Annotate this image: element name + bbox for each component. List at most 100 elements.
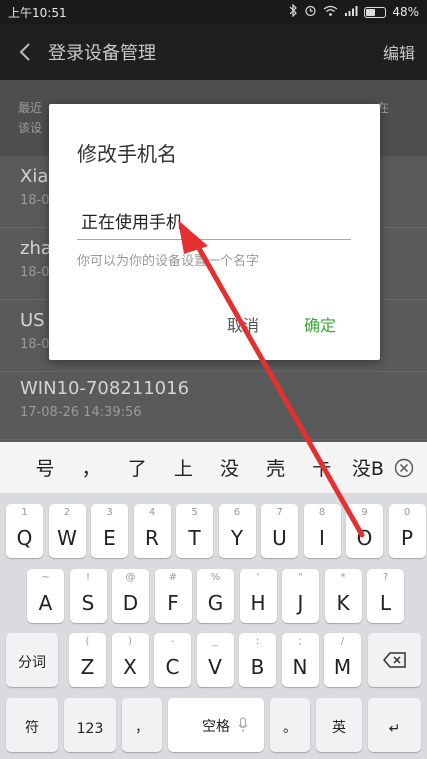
symbol-key[interactable]: 符 — [6, 698, 58, 752]
key-label: Z — [80, 655, 95, 679]
key-label: V — [208, 655, 222, 679]
key-secondary-label: @ — [125, 572, 136, 583]
key-label: H — [250, 591, 266, 615]
cancel-button[interactable]: 取消 — [227, 312, 259, 336]
key-label: G — [207, 591, 224, 615]
key-r[interactable]: 4R — [133, 504, 171, 558]
candidate-word[interactable]: 没B — [345, 454, 391, 481]
key-u[interactable]: 7U — [261, 504, 298, 558]
backspace-key[interactable] — [368, 633, 421, 687]
key-g[interactable]: % G — [197, 569, 234, 623]
key-label: 。 — [283, 720, 297, 736]
status-bar: 上午10:51 48% — [0, 0, 427, 24]
device-name-input[interactable] — [77, 202, 351, 240]
device-time: 17-08-26 14:39:56 — [20, 405, 142, 420]
rename-dialog: 修改手机名 你可以为你的设备设置一个名字 取消 确定 — [49, 104, 380, 360]
key-w[interactable]: 2W — [48, 504, 86, 558]
comma-key[interactable]: ， — [122, 698, 162, 752]
key-label: A — [38, 591, 53, 615]
key-n[interactable]: ; N — [281, 633, 319, 687]
key-label: B — [250, 655, 265, 679]
key-v[interactable]: _ V — [196, 633, 234, 687]
key-secondary-label: * — [340, 572, 346, 583]
key-p[interactable]: 0P — [388, 504, 426, 558]
key-e[interactable]: 3E — [91, 504, 128, 558]
key-label: N — [292, 655, 308, 679]
key-z[interactable]: (Z — [69, 633, 106, 687]
key-secondary-label: ' — [256, 572, 260, 583]
signal-icon — [344, 5, 358, 20]
space-key[interactable]: 空格 — [168, 698, 264, 752]
enter-key[interactable]: ↵ — [368, 698, 421, 752]
list-tip-text: 最近 该设 — [18, 101, 43, 135]
key-secondary-label: " — [298, 572, 303, 583]
back-arrow-icon[interactable] — [12, 39, 38, 65]
key-secondary-label: / — [340, 636, 345, 647]
keyboard: 1 Q 2 W 3 E 4 R 5 T 6 Y 7 U 8 I 9 O 0 P ~ A! S @ D # F% G ' H " J * K? L 分词… — [0, 494, 427, 759]
key-y[interactable]: 6Y — [218, 504, 256, 558]
dialog-hint: 你可以为你的设备设置一个名字 — [77, 254, 260, 269]
key-label: T — [188, 526, 201, 550]
key-t[interactable]: 5T — [176, 504, 213, 558]
key-label: C — [165, 655, 180, 679]
confirm-button[interactable]: 确定 — [304, 312, 336, 336]
key-o[interactable]: 9O — [346, 504, 383, 558]
key-label: Q — [16, 526, 33, 550]
bluetooth-icon — [288, 3, 298, 20]
key-h[interactable]: ' H — [239, 569, 277, 623]
key-label: K — [336, 591, 350, 615]
key-f[interactable]: # F — [154, 569, 192, 623]
key-secondary-label: 1 — [21, 507, 28, 518]
key-j[interactable]: " J — [282, 569, 319, 623]
key-label: 英 — [332, 720, 346, 736]
key-d[interactable]: @ D — [112, 569, 149, 623]
key-secondary-label: 3 — [106, 507, 113, 518]
candidate-word[interactable]: 了 — [114, 454, 160, 481]
key-a[interactable]: ~ A — [27, 569, 64, 623]
key-label: 123 — [76, 721, 104, 737]
key-secondary-label: _ — [212, 636, 218, 647]
key-label: S — [81, 591, 95, 615]
key-b[interactable]: :B — [239, 633, 276, 687]
backspace-icon — [383, 652, 406, 668]
list-item[interactable]: WIN10-708211016 17-08-26 14:39:56 — [0, 368, 427, 440]
key-secondary-label: ( — [85, 636, 90, 647]
dialog-title: 修改手机名 — [77, 142, 177, 166]
close-circle-icon[interactable] — [391, 455, 417, 481]
app-header: 登录设备管理 编辑 — [0, 24, 427, 80]
candidate-word[interactable]: 没 — [207, 454, 253, 481]
candidate-word[interactable]: ， — [68, 454, 114, 481]
number-key[interactable]: 123 — [64, 698, 116, 752]
key-label: 分词 — [18, 655, 46, 671]
period-key[interactable]: 。 — [270, 698, 310, 752]
key-l[interactable]: ? L — [367, 569, 404, 623]
key-secondary-label: % — [210, 572, 221, 583]
key-secondary-label: 2 — [63, 507, 71, 518]
fenci-key[interactable]: 分词 — [6, 633, 58, 687]
key-q[interactable]: 1Q — [6, 504, 43, 558]
candidate-bar: 号 ， 了 上 没 壳 卡 没B — [0, 442, 427, 494]
key-label: D — [122, 591, 139, 615]
key-secondary-label: ! — [85, 572, 90, 583]
edit-button[interactable]: 编辑 — [383, 40, 415, 64]
key-label: 空格 — [202, 719, 230, 735]
key-m[interactable]: / M — [324, 633, 361, 687]
key-label: 符 — [25, 720, 39, 736]
candidate-word[interactable]: 号 — [22, 454, 68, 481]
key-c[interactable]: -C — [154, 633, 191, 687]
key-i[interactable]: 8I — [303, 504, 341, 558]
language-switch-key[interactable]: 英 — [316, 698, 362, 752]
battery-percent: 48% — [392, 5, 419, 19]
key-secondary-label: ~ — [41, 572, 50, 583]
key-k[interactable]: * K — [324, 569, 362, 623]
key-secondary-label: 5 — [191, 507, 198, 518]
candidate-word[interactable]: 卡 — [299, 454, 345, 481]
microphone-icon — [238, 717, 248, 737]
candidate-word[interactable]: 上 — [160, 454, 206, 481]
key-x[interactable]: ) X — [111, 633, 149, 687]
key-s[interactable]: ! S — [69, 569, 107, 623]
key-label: P — [400, 526, 414, 550]
candidate-word[interactable]: 壳 — [253, 454, 299, 481]
key-label: E — [103, 526, 116, 550]
key-label: L — [379, 591, 392, 615]
